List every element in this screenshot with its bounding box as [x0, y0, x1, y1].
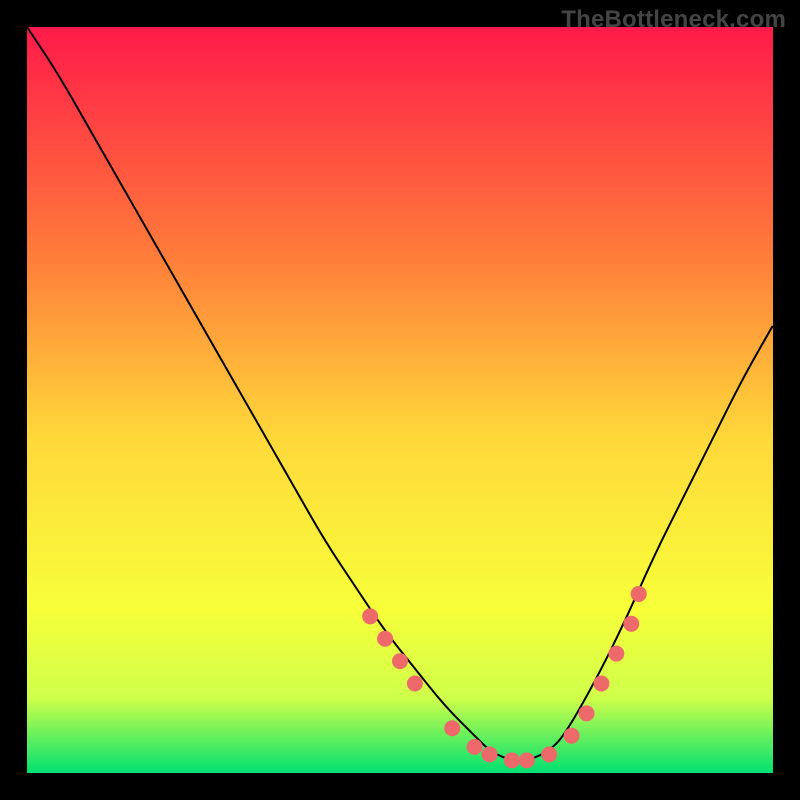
highlight-dot — [444, 720, 460, 736]
highlight-dot — [362, 608, 378, 624]
highlight-dot — [377, 631, 393, 647]
plot-area — [27, 27, 773, 773]
highlight-dot — [579, 705, 595, 721]
highlight-dot — [482, 746, 498, 762]
highlight-dot — [593, 675, 609, 691]
highlight-dot — [407, 675, 423, 691]
highlight-dot — [541, 746, 557, 762]
highlight-dot — [467, 739, 483, 755]
chart-svg — [27, 27, 773, 773]
highlight-dot — [623, 616, 639, 632]
chart-frame: TheBottleneck.com — [0, 0, 800, 800]
highlight-dot — [519, 752, 535, 768]
highlight-dot — [631, 586, 647, 602]
highlight-dot — [608, 646, 624, 662]
highlight-dot — [504, 752, 520, 768]
highlight-dot — [392, 653, 408, 669]
watermark-text: TheBottleneck.com — [561, 6, 786, 34]
highlight-dot — [564, 728, 580, 744]
